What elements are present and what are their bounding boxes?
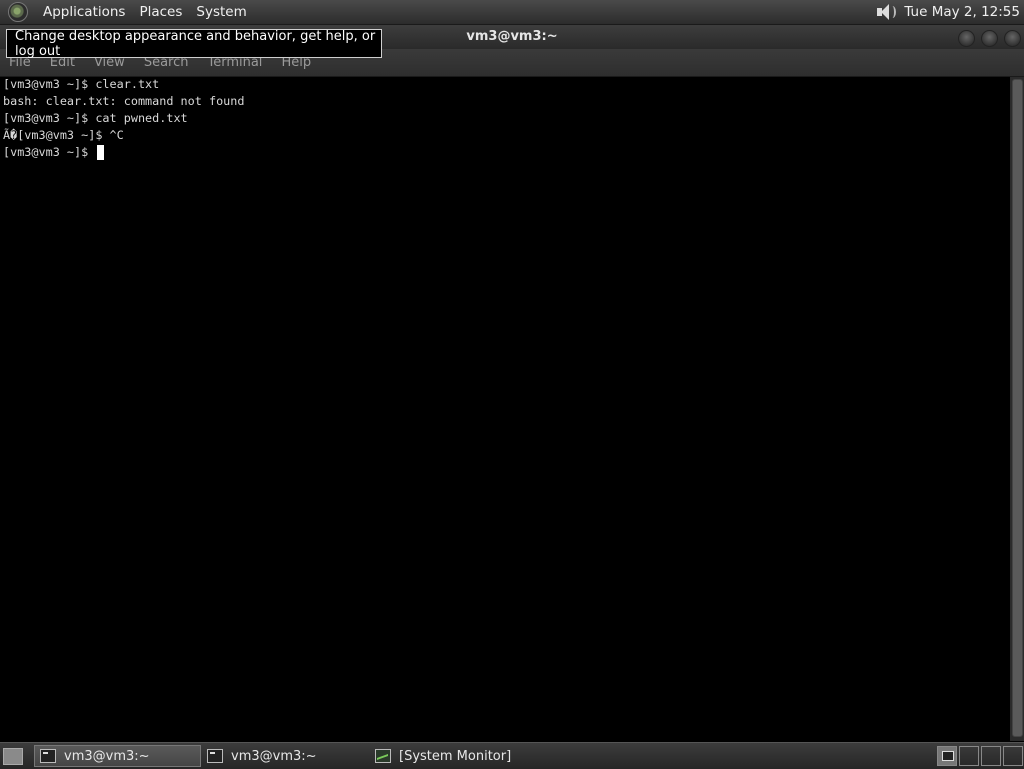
taskbar-item-label: vm3@vm3:~ bbox=[64, 748, 150, 764]
volume-icon[interactable] bbox=[872, 1, 897, 23]
workspace-2[interactable] bbox=[959, 746, 979, 766]
taskbar-item-label: vm3@vm3:~ bbox=[231, 748, 317, 764]
terminal-line: Ã�[vm3@vm3 ~]$ ^C bbox=[3, 128, 124, 142]
terminal-icon bbox=[40, 749, 56, 763]
top-panel: Applications Places System Tue May 2, 12… bbox=[0, 0, 1024, 25]
maximize-button[interactable] bbox=[981, 30, 998, 47]
system-menu-tooltip: Change desktop appearance and behavior, … bbox=[6, 28, 382, 59]
system-menu[interactable]: System bbox=[189, 4, 253, 20]
taskbar-item[interactable]: vm3@vm3:~ bbox=[34, 745, 201, 767]
taskbar-item[interactable]: [System Monitor] bbox=[370, 745, 550, 767]
minimize-button[interactable] bbox=[958, 30, 975, 47]
terminal-line: [vm3@vm3 ~]$ clear.txt bbox=[3, 77, 160, 91]
distro-logo-icon[interactable] bbox=[8, 2, 28, 22]
terminal-scrollbar[interactable] bbox=[1010, 77, 1024, 741]
clock[interactable]: Tue May 2, 12:55 bbox=[904, 4, 1020, 20]
tooltip-text: Change desktop appearance and behavior, … bbox=[15, 28, 376, 59]
scrollbar-thumb[interactable] bbox=[1012, 79, 1023, 737]
close-button[interactable] bbox=[1004, 30, 1021, 47]
terminal-prompt-line: [vm3@vm3 ~]$ bbox=[3, 144, 105, 161]
taskbar-item[interactable]: vm3@vm3:~ bbox=[202, 745, 369, 767]
workspace-4[interactable] bbox=[1003, 746, 1023, 766]
terminal-cursor bbox=[97, 145, 105, 160]
terminal-line: bash: clear.txt: command not found bbox=[3, 94, 245, 108]
terminal-prompt: [vm3@vm3 ~]$ bbox=[3, 145, 96, 159]
system-monitor-icon bbox=[375, 749, 391, 763]
workspace-3[interactable] bbox=[981, 746, 1001, 766]
taskbar-item-label: [System Monitor] bbox=[399, 748, 512, 764]
terminal-area[interactable]: [vm3@vm3 ~]$ clear.txt bash: clear.txt: … bbox=[0, 77, 1010, 741]
show-desktop-icon[interactable] bbox=[3, 748, 23, 765]
places-menu[interactable]: Places bbox=[132, 4, 189, 20]
notification-area: Tue May 2, 12:55 bbox=[872, 0, 1024, 24]
terminal-icon bbox=[207, 749, 223, 763]
terminal-line: [vm3@vm3 ~]$ cat pwned.txt bbox=[3, 111, 188, 125]
bottom-panel: vm3@vm3:~ vm3@vm3:~ [System Monitor] bbox=[0, 742, 1024, 769]
applications-menu[interactable]: Applications bbox=[36, 4, 132, 20]
workspace-1[interactable] bbox=[937, 746, 957, 766]
